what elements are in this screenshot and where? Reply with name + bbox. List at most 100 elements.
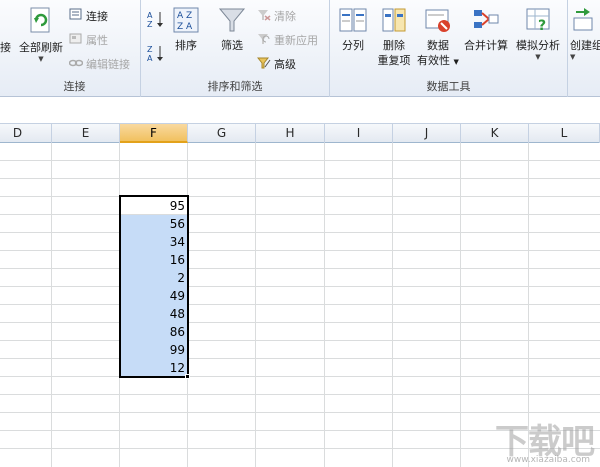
sort-za-icon: ZA [146, 44, 166, 66]
chevron-down-icon: ▼ [453, 58, 459, 66]
grid-line [0, 322, 600, 323]
data-validation-line2: 有效性 ▼ [416, 53, 460, 70]
clear-label: 清除 [274, 10, 296, 23]
column-header-h[interactable]: H [256, 124, 325, 143]
what-if-analysis-icon: ? [524, 6, 552, 38]
grid-line [0, 196, 600, 197]
column-header-e[interactable]: E [52, 124, 120, 143]
cell-f-value[interactable]: 2 [120, 269, 188, 287]
column-header-f[interactable]: F [120, 124, 188, 143]
sort-descending-button[interactable]: ZA [145, 44, 167, 66]
reapply-button[interactable]: 重新应用 [257, 32, 318, 48]
cell-f-value[interactable]: 49 [120, 287, 188, 305]
svg-text:A: A [147, 54, 153, 62]
group-icon [570, 6, 596, 38]
column-header-k[interactable]: K [461, 124, 529, 143]
data-validation-icon [424, 6, 452, 38]
edit-links-button[interactable]: 编辑链接 [68, 56, 130, 72]
grid-line [0, 340, 600, 341]
chevron-down-icon: ▼ [38, 55, 44, 63]
sort-filter-group: AZ ZA A ZZ A 排序 筛选 清除 重新应用 高级 排序和筛选 [141, 0, 330, 97]
refresh-all-button[interactable]: 全部刷新 ▼ [13, 6, 69, 63]
remove-duplicates-line1: 删除 [383, 39, 405, 52]
grid-line [324, 143, 325, 467]
chevron-down-icon: ▼ [535, 53, 541, 61]
sort-az-icon: AZ [146, 10, 166, 32]
grid-line [0, 178, 600, 179]
filter-button[interactable]: 筛选 [213, 6, 251, 53]
connections-icon [69, 8, 83, 24]
data-tools-group-label: 数据工具 [426, 80, 471, 93]
fill-handle[interactable] [185, 374, 190, 379]
connections-button[interactable]: 连接 [69, 8, 108, 24]
grid-line [0, 214, 600, 215]
sort-button[interactable]: A ZZ A 排序 [169, 6, 203, 53]
grid-line [0, 250, 600, 251]
grid-line [0, 376, 600, 377]
text-to-columns-label: 分列 [342, 39, 364, 52]
edit-links-label: 编辑链接 [86, 58, 130, 71]
cell-f-value[interactable]: 34 [120, 233, 188, 251]
connections-group: 全部刷新 ▼ 连接 属性 编辑链接 连接 [9, 0, 141, 97]
remove-duplicates-icon [380, 6, 408, 38]
grid-line [0, 304, 600, 305]
refresh-icon [28, 6, 54, 40]
cell-f-value[interactable]: 16 [120, 251, 188, 269]
link-icon [68, 58, 84, 71]
sort-filter-group-label: 排序和筛选 [207, 80, 263, 93]
column-headers: D E F G H I J K L [0, 124, 600, 143]
grid-line [0, 358, 600, 359]
advanced-label: 高级 [274, 58, 296, 71]
cell-f-value[interactable]: 12 [120, 359, 188, 377]
filter-funnel-icon [218, 6, 246, 38]
chevron-down-icon: ▼ [570, 53, 576, 61]
grid-line [255, 143, 256, 467]
remove-duplicates-line2: 重复项 [377, 54, 411, 67]
consolidate-icon [472, 6, 500, 38]
what-if-analysis-button[interactable]: ? 模拟分析 ▼ [512, 6, 564, 61]
data-validation-button[interactable]: 数据 有效性 ▼ [416, 6, 460, 70]
grid-line [51, 143, 52, 467]
grid-line [460, 143, 461, 467]
column-header-l[interactable]: L [529, 124, 600, 143]
data-validation-line2-text: 有效性 [417, 54, 451, 67]
text-to-columns-button[interactable]: 分列 [336, 6, 370, 53]
properties-label: 属性 [86, 34, 108, 47]
sort-ascending-button[interactable]: AZ [145, 10, 167, 32]
grid-line [0, 394, 600, 395]
grid-line [0, 160, 600, 161]
grid-line [0, 268, 600, 269]
column-header-g[interactable]: G [188, 124, 256, 143]
clear-filter-icon [257, 9, 271, 24]
cell-f-value[interactable]: 95 [120, 197, 188, 215]
svg-text:Z: Z [147, 45, 153, 54]
column-header-j[interactable]: J [393, 124, 461, 143]
grid-line [0, 412, 600, 413]
cell-f-value[interactable]: 86 [120, 323, 188, 341]
refresh-all-label: 全部刷新 [19, 41, 63, 54]
clear-button[interactable]: 清除 [257, 8, 296, 24]
create-group-button[interactable]: 创建组 ▼ [570, 6, 600, 61]
cell-f-value[interactable]: 56 [120, 215, 188, 233]
column-header-i[interactable]: I [325, 124, 393, 143]
cell-f-value[interactable]: 48 [120, 305, 188, 323]
cell-f-value[interactable]: 99 [120, 341, 188, 359]
properties-button[interactable]: 属性 [69, 32, 108, 48]
cut-off-label: 接 [0, 41, 11, 54]
grid-line [392, 143, 393, 467]
svg-text:A: A [147, 11, 153, 20]
sort-label: 排序 [175, 39, 197, 52]
column-header-d[interactable]: D [0, 124, 52, 143]
filter-label: 筛选 [221, 39, 243, 52]
ribbon: 接 全部刷新 ▼ 连接 属性 编辑链接 连接 A Z Z A A Z Z A 排… [0, 0, 600, 97]
advanced-button[interactable]: 高级 [256, 56, 296, 72]
data-tools-group: 分列 删除 重复项 数据 有效性 ▼ 合并计算 ? 模拟分析 ▼ 数据工具 [330, 0, 568, 97]
reapply-icon [257, 33, 271, 48]
sort-dialog-icon: A ZZ A [172, 6, 200, 38]
create-group-label: 创建组 [570, 39, 600, 52]
data-validation-line1: 数据 [427, 39, 449, 52]
remove-duplicates-button[interactable]: 删除 重复项 [374, 6, 414, 68]
text-to-columns-icon [338, 6, 368, 38]
what-if-analysis-label: 模拟分析 [516, 39, 560, 52]
consolidate-button[interactable]: 合并计算 [462, 6, 510, 53]
